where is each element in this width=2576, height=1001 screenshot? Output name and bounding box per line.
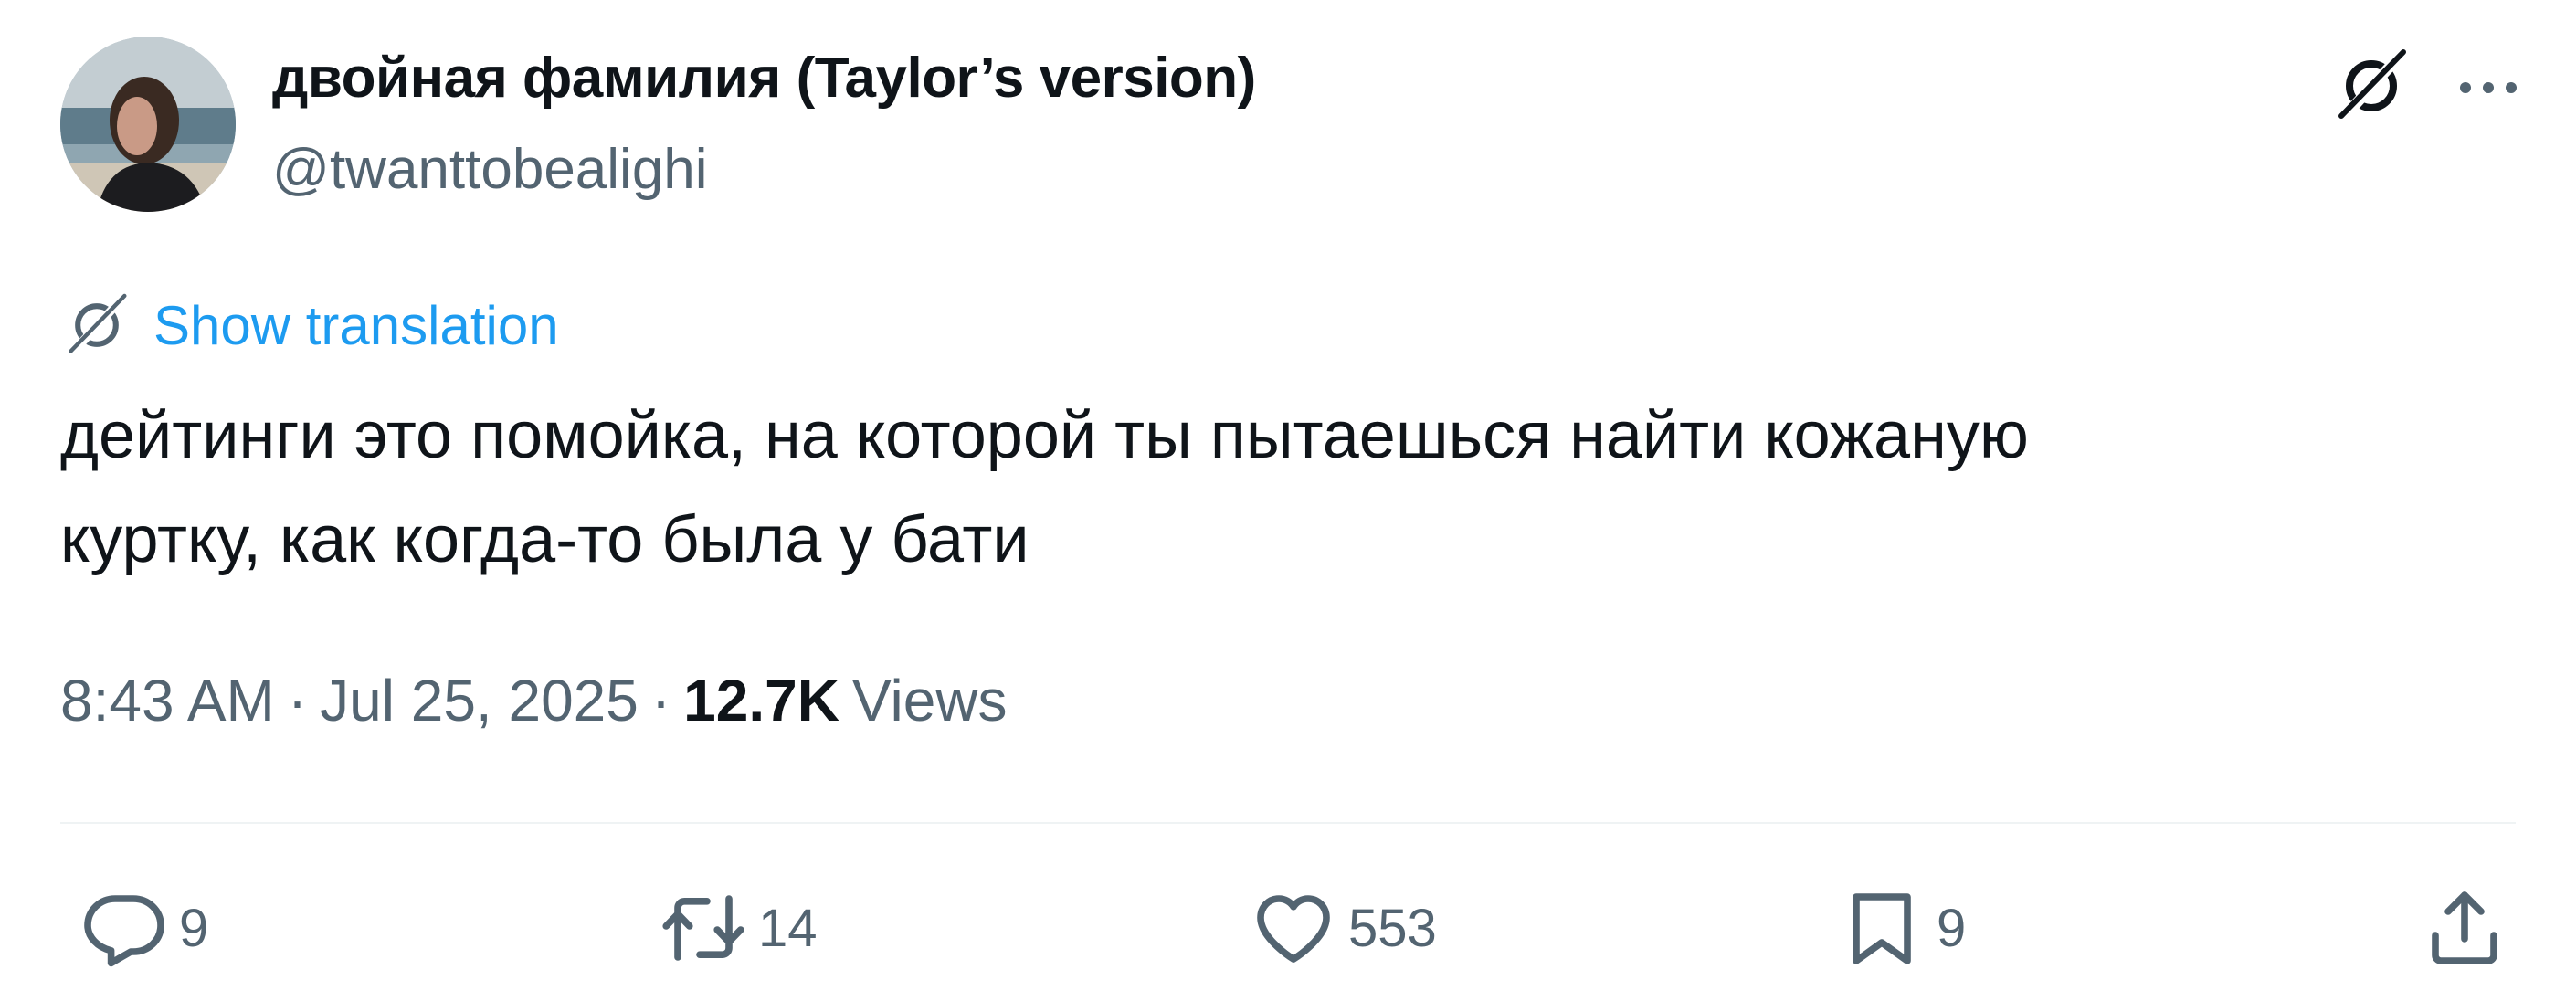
tweet-date[interactable]: Jul 25, 2025 [320,667,639,734]
share-button[interactable] [2419,882,2510,974]
repost-button[interactable]: 14 [658,882,818,974]
show-translation-link[interactable]: Show translation [60,289,559,362]
author-display-name[interactable]: двойная фамилия (Taylor’s version) [272,46,1256,111]
avatar-photo [60,37,236,212]
like-button[interactable]: 553 [1248,882,1437,974]
repost-count: 14 [758,898,818,958]
show-translation-label: Show translation [153,294,559,356]
tweet-time[interactable]: 8:43 AM [60,667,275,734]
tweet-meta: 8:43 AM · Jul 25, 2025 · 12.7K Views [60,667,1008,734]
author-handle[interactable]: @twanttobealighi [272,137,708,202]
like-count: 553 [1348,898,1437,958]
tweet-text-line: дейтинги это помойка, на которой ты пыта… [60,399,2029,472]
reply-count: 9 [179,898,209,958]
grok-icon [2338,48,2407,123]
tweet-text: дейтинги это помойка, на которой ты пыта… [60,384,2508,592]
grok-button[interactable] [2328,42,2415,130]
avatar[interactable] [60,37,236,212]
retweet-icon [658,882,749,974]
more-options-button[interactable] [2452,51,2525,124]
divider [60,822,2516,824]
heart-icon [1248,882,1339,974]
reply-icon [79,882,170,974]
share-icon [2419,882,2510,974]
meta-separator: · [650,668,671,733]
bookmark-count: 9 [1937,898,1967,958]
bookmark-icon [1836,882,1927,974]
views-count[interactable]: 12.7K [683,667,839,734]
bookmark-button[interactable]: 9 [1836,882,1966,974]
tweet-text-line: куртку, как когда-то была у бати [60,503,1029,576]
translate-icon [60,289,133,362]
more-dots-icon [2460,82,2517,93]
reply-button[interactable]: 9 [79,882,208,974]
tweet-card: двойная фамилия (Taylor’s version) @twan… [0,0,2576,1001]
views-label: Views [851,668,1008,733]
meta-separator: · [287,668,308,733]
